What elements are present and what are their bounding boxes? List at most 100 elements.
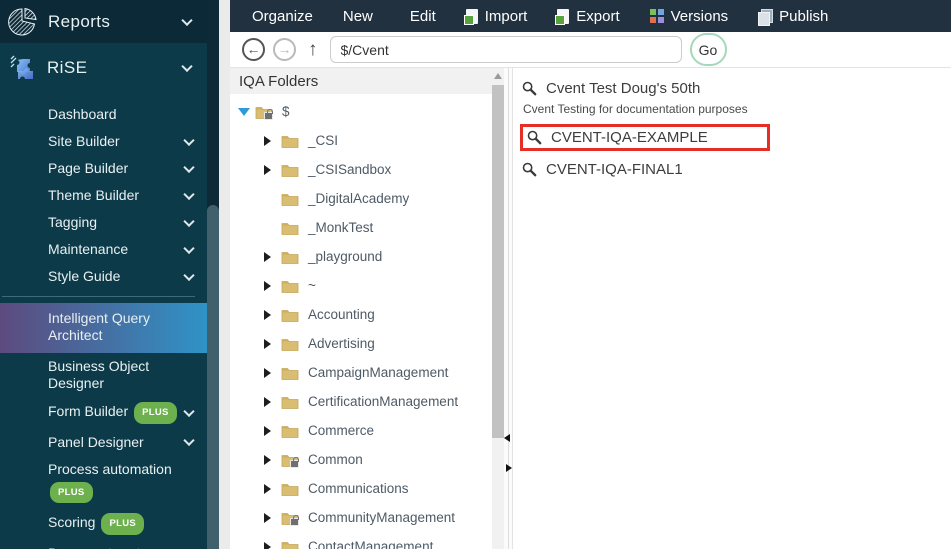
toolbar-item[interactable]: Export [557,8,619,25]
sidebar-item[interactable]: Document system [0,540,207,549]
sidebar-item[interactable]: Process automation PLUS [0,456,207,509]
path-input[interactable] [330,36,682,63]
sidebar-item[interactable]: Theme Builder [0,182,207,209]
sidebar-item-label: Site Builder [48,133,120,149]
tree-expander-icon[interactable] [264,165,279,175]
sidebar-item[interactable]: Style Guide [0,263,207,290]
tree-row[interactable]: CampaignManagement [230,358,492,387]
tree-expander-icon[interactable] [264,252,279,262]
back-button[interactable]: ← [242,38,265,61]
tree-expander-icon[interactable] [264,339,279,349]
tree-expander-icon[interactable] [264,368,279,378]
chevron-down-icon [183,134,194,145]
tree-expander-icon[interactable] [264,310,279,320]
sidebar-item[interactable]: Dashboard [0,101,207,128]
sidebar-item[interactable]: Tagging [0,209,207,236]
tree-row[interactable]: _CSI [230,126,492,155]
tree-row[interactable]: Accounting [230,300,492,329]
sidebar-item-label: Process automation [48,461,172,477]
panel-splitter[interactable] [504,68,512,549]
tree-expander-icon[interactable] [264,397,279,407]
tree-row[interactable]: Commerce [230,416,492,445]
tree-row[interactable]: Communications [230,474,492,503]
tree-row[interactable]: CertificationManagement [230,387,492,416]
tree-row[interactable]: _CSISandbox [230,155,492,184]
toolbar-item-label: Versions [671,8,729,25]
query-result-item[interactable]: CVENT-IQA-FINAL1 [519,157,951,182]
sidebar-item-label: Theme Builder [48,187,139,203]
rise-label: RiSE [47,58,87,78]
collapse-left-icon[interactable] [504,434,510,442]
tree-expander-icon[interactable] [264,281,279,291]
iqa-folders-header: IQA Folders [230,68,505,94]
query-result-item[interactable]: Cvent Test Doug's 50th [519,76,951,101]
toolbar-item-label: Export [576,8,619,25]
tree-row[interactable]: $ [230,97,492,126]
up-level-button[interactable]: ↑ [308,39,318,61]
sidebar-section-reports[interactable]: Reports [0,0,207,43]
toolbar-item[interactable]: Import [466,8,528,25]
folder-icon [281,134,299,148]
toolbar-item[interactable]: New [343,8,373,25]
sidebar-divider [2,296,195,297]
tree-scrollbar-thumb[interactable] [492,85,504,438]
toolbar-item[interactable]: Versions [650,8,729,25]
folder-label: _DigitalAcademy [308,191,409,206]
sidebar-item[interactable]: ScoringPLUS [0,508,207,540]
chevron-down-icon [183,188,194,199]
tree-scrollbar[interactable] [492,68,504,549]
plus-badge: PLUS [50,482,93,504]
folder-icon [281,482,299,496]
tree-row[interactable]: Common [230,445,492,474]
sidebar-scrollbar[interactable] [207,0,219,549]
sidebar-item[interactable]: Form Builder PLUS [0,397,207,429]
toolbar-item[interactable]: Organize [252,8,313,25]
sidebar-item[interactable]: Intelligent Query Architect [0,303,207,353]
query-result-item[interactable]: CVENT-IQA-EXAMPLE [520,124,770,151]
tree-row[interactable]: Advertising [230,329,492,358]
sidebar-item[interactable]: Maintenance [0,236,207,263]
lock-icon [264,112,273,120]
tree-expander-icon[interactable] [238,108,253,116]
rise-puzzle-icon [10,55,37,82]
sidebar-item[interactable]: Business Object Designer [0,353,207,397]
tree-row[interactable]: CommunityManagement [230,503,492,532]
tree-row[interactable]: ContactManagement [230,532,492,549]
scroll-up-icon[interactable] [494,73,502,79]
plus-badge: PLUS [134,402,177,424]
sidebar: Reports RiSE Dashboard Sit [0,0,207,549]
chevron-down-icon [181,14,192,25]
sidebar-section-rise[interactable]: RiSE [0,45,207,91]
tree-expander-icon[interactable] [264,136,279,146]
toolbar-item[interactable]: Edit [403,8,436,25]
sidebar-scrollbar-thumb[interactable] [207,205,219,549]
folder-label: CertificationManagement [308,394,458,409]
toolbar-icon [557,9,569,24]
tree-expander-icon[interactable] [264,455,279,465]
sidebar-item[interactable]: Site Builder [0,128,207,155]
reports-label: Reports [48,12,110,32]
toolbar-item[interactable]: Publish [758,8,828,25]
tree-expander-icon[interactable] [264,426,279,436]
query-result-description: Cvent Testing for documentation purposes [523,102,951,116]
chevron-down-icon [181,61,192,72]
sidebar-item-label: Form Builder [48,403,128,419]
sidebar-item-label: Maintenance [48,241,128,257]
tree-expander-icon[interactable] [264,484,279,494]
folder-icon [255,105,273,119]
tree-row[interactable]: _playground [230,242,492,271]
go-button[interactable]: Go [690,33,727,66]
tree-row[interactable]: _MonkTest [230,213,492,242]
sidebar-item[interactable]: Page Builder [0,155,207,182]
forward-button[interactable]: → [273,38,296,61]
top-toolbar: Organize New Edit Import Export Versions… [230,0,951,32]
folder-icon [281,511,299,525]
tree-expander-icon[interactable] [264,513,279,523]
sidebar-item[interactable]: Panel Designer [0,429,207,456]
folder-icon [281,453,299,467]
lock-icon [290,460,299,468]
tree-row[interactable]: ~ [230,271,492,300]
tree-row[interactable]: _DigitalAcademy [230,184,492,213]
tree-expander-icon[interactable] [264,542,279,549]
query-search-icon [522,81,537,96]
